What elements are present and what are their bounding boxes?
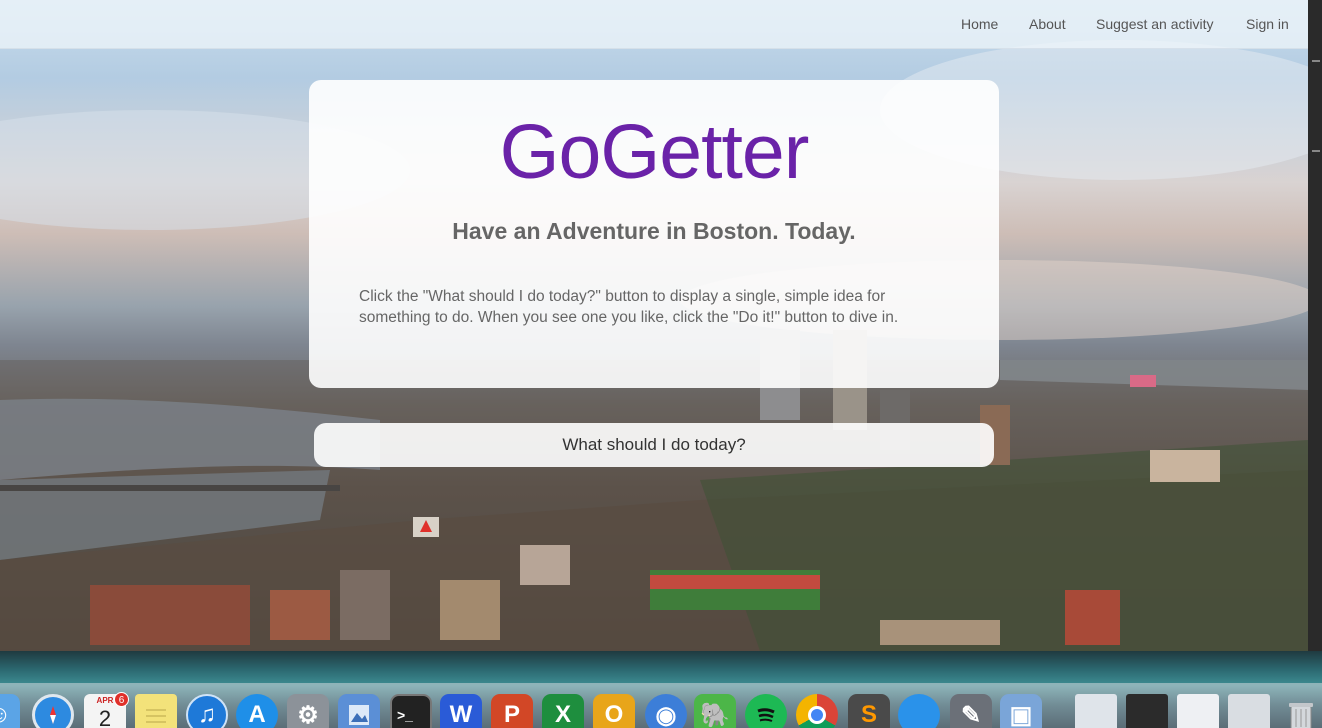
network-icon[interactable]: ◉ bbox=[645, 694, 687, 728]
photo-icon[interactable]: ▣ bbox=[1000, 694, 1042, 728]
instructions-text: Click the "What should I do today?" butt… bbox=[359, 288, 899, 326]
trash-icon[interactable] bbox=[1280, 694, 1322, 728]
calendar-notification-badge: 6 bbox=[114, 692, 129, 707]
tagline: Have an Adventure in Boston. Today. bbox=[452, 218, 856, 244]
notes-icon[interactable] bbox=[135, 694, 177, 728]
window-thumbnail-icon[interactable] bbox=[1228, 694, 1270, 728]
itunes-icon[interactable]: ♫ bbox=[186, 694, 228, 728]
sublime-text-icon[interactable]: S bbox=[848, 694, 890, 728]
adjacent-window-edge bbox=[1308, 0, 1322, 651]
chrome-icon[interactable] bbox=[796, 694, 838, 728]
nav-link-home[interactable]: Home bbox=[961, 16, 998, 32]
evernote-icon[interactable]: 🐘 bbox=[694, 694, 736, 728]
what-should-i-do-button[interactable]: What should I do today? bbox=[314, 423, 994, 467]
nav-link-about[interactable]: About bbox=[1029, 16, 1066, 32]
messages-icon[interactable] bbox=[898, 694, 940, 728]
top-navbar: Home About Suggest an activity Sign in bbox=[0, 0, 1308, 49]
powerpoint-icon[interactable]: P bbox=[491, 694, 533, 728]
window-edge-mark bbox=[1312, 150, 1320, 152]
excel-icon[interactable]: X bbox=[542, 694, 584, 728]
window-thumbnail-icon[interactable] bbox=[1177, 694, 1219, 728]
safari-icon[interactable] bbox=[32, 694, 74, 728]
window-edge-mark bbox=[1312, 60, 1320, 62]
outlook-icon[interactable]: O bbox=[593, 694, 635, 728]
finder-icon[interactable]: ☺ bbox=[0, 694, 20, 728]
spotify-icon[interactable] bbox=[745, 694, 787, 728]
chrome-icon-center bbox=[808, 706, 826, 724]
nav-link-sign-in[interactable]: Sign in bbox=[1246, 16, 1289, 32]
app-store-icon[interactable]: A bbox=[236, 694, 278, 728]
terminal-icon[interactable]: >_ bbox=[390, 694, 432, 728]
site-title: GoGetter bbox=[499, 109, 810, 195]
preview-icon[interactable] bbox=[338, 694, 380, 728]
word-icon[interactable]: W bbox=[440, 694, 482, 728]
calendar-day: 2 bbox=[98, 706, 112, 728]
system-preferences-icon[interactable]: ⚙ bbox=[287, 694, 329, 728]
window-thumbnail-icon[interactable] bbox=[1075, 694, 1117, 728]
utilities-icon[interactable]: ✎ bbox=[950, 694, 992, 728]
browser-viewport: Home About Suggest an activity Sign in G… bbox=[0, 0, 1308, 651]
window-thumbnail-icon[interactable] bbox=[1126, 694, 1168, 728]
nav-link-suggest-activity[interactable]: Suggest an activity bbox=[1096, 16, 1214, 32]
